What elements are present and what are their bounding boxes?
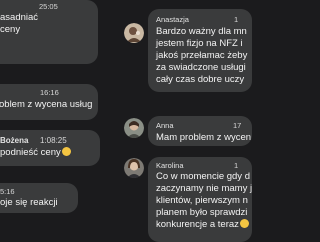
avatar[interactable]	[124, 118, 144, 138]
message-text-line: Co w momencie gdy d	[156, 171, 250, 182]
message-author: Anastazja	[156, 15, 189, 24]
message-timestamp: 1	[234, 15, 239, 24]
message-author: Karolina	[156, 161, 184, 170]
message-text-line: jakoś przełamac żeby	[156, 50, 248, 61]
message-text-line: podnieść ceny	[0, 147, 71, 159]
message-text-line: cały czas dobre uczy	[156, 74, 245, 85]
message-text-line: planem było sprawdzi	[156, 207, 248, 218]
message-timestamp: 1:08:25	[40, 136, 67, 145]
chat-window: { "messages": [ {"time": "25:05", "lines…	[0, 0, 252, 242]
message-text-line: Bardzo ważny dla mn	[156, 26, 247, 37]
message-text-line: oje się reakcji	[0, 197, 58, 208]
message-timestamp: 25:05	[39, 2, 58, 11]
message-bubble[interactable]: Anna 17 Mam problem z wycen	[148, 116, 252, 146]
message-timestamp: 1	[234, 161, 239, 170]
message-text: konkurencje a teraz	[156, 219, 239, 230]
smiling-face-emoji-icon	[239, 219, 249, 228]
message-bubble[interactable]: 16:16 oblem z wycena usług	[0, 84, 98, 120]
message-bubble[interactable]: Anastazja 1 Bardzo ważny dla mn jestem f…	[148, 9, 252, 92]
message-text-line: zaczynamy nie mamy j	[156, 183, 252, 194]
message-bubble[interactable]: Karolina 1 Co w momencie gdy d zaczynamy…	[148, 157, 252, 242]
message-author: Bożena	[0, 136, 29, 145]
message-text-line: klientów, pierwszym n	[156, 195, 248, 206]
message-text-line: oblem z wycena usług	[0, 99, 93, 110]
message-text-line: konkurencje a teraz	[156, 219, 249, 231]
message-text-line: za swiadczone usługi	[156, 62, 246, 73]
message-bubble[interactable]: Bożena 1:08:25 podnieść ceny	[0, 130, 100, 166]
message-timestamp: 5:16	[0, 187, 15, 196]
message-text-line: ceny	[0, 24, 21, 35]
message-text-line: asadniać	[0, 12, 39, 23]
message-text-line: Mam problem z wycen	[156, 132, 252, 143]
smiling-face-emoji-icon	[61, 147, 71, 156]
message-bubble[interactable]: 5:16 oje się reakcji	[0, 183, 78, 213]
message-timestamp: 17	[233, 121, 242, 130]
message-text-line: jestem fizjo na NFZ i	[156, 38, 243, 49]
avatar[interactable]	[124, 158, 144, 178]
avatar[interactable]	[124, 23, 144, 43]
message-text: podnieść ceny	[0, 147, 61, 158]
message-author: Anna	[156, 121, 174, 130]
message-bubble[interactable]: 25:05 asadniać ceny	[0, 0, 98, 64]
message-timestamp: 16:16	[40, 88, 59, 97]
